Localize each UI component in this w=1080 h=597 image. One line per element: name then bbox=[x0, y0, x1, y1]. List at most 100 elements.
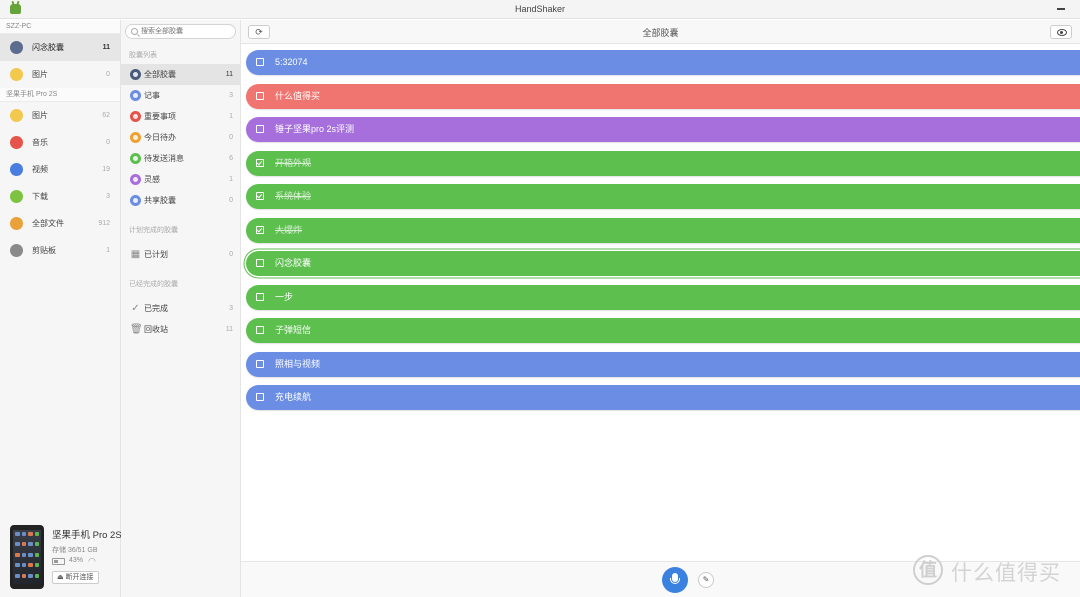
capsule-item[interactable]: 什么值得买 bbox=[246, 83, 1080, 109]
eye-icon[interactable] bbox=[1050, 25, 1072, 39]
capsule-checkbox[interactable] bbox=[256, 292, 264, 301]
note-icon bbox=[130, 90, 141, 101]
microphone-button[interactable] bbox=[662, 567, 688, 593]
capsule-list: 5:32074 什么值得买锤子坚果pro 2s评测开箱外观系统体验大爆炸闪念胶囊一… bbox=[246, 50, 1080, 419]
search-input[interactable] bbox=[141, 26, 233, 37]
capsule-checkbox[interactable] bbox=[256, 58, 264, 66]
capsule-text: 照相与视频 bbox=[275, 358, 321, 369]
capsule-category-count: 3 bbox=[229, 305, 233, 312]
title-bar: HandShaker bbox=[0, 0, 1080, 19]
capsule-category-item[interactable]: 🗑 回收站 11 bbox=[121, 319, 240, 340]
capsule-category-label: 待发送消息 bbox=[144, 154, 184, 163]
trash-icon: 🗑 bbox=[130, 324, 143, 335]
capsule-checkbox[interactable] bbox=[256, 359, 264, 368]
calendar-icon: ▦ bbox=[130, 249, 141, 260]
phone-item[interactable]: 音乐 0 bbox=[0, 129, 120, 156]
capsule-checkbox[interactable] bbox=[256, 393, 264, 401]
search-icon bbox=[131, 28, 138, 35]
phone-item-label: 视频 bbox=[32, 165, 48, 174]
pc-item[interactable]: 闪念胶囊 11 bbox=[0, 34, 120, 61]
pc-item-label: 图片 bbox=[32, 70, 48, 79]
main-title: 全部胶囊 bbox=[642, 28, 679, 38]
capsule-checkbox[interactable] bbox=[256, 125, 264, 133]
capsule-text: 开箱外观 bbox=[275, 157, 312, 168]
capsule-checkbox[interactable] bbox=[256, 91, 264, 100]
capsule-checkbox[interactable] bbox=[256, 326, 264, 334]
image-icon bbox=[10, 68, 23, 81]
all-files-icon bbox=[10, 217, 23, 230]
phone-item[interactable]: 图片 62 bbox=[0, 102, 120, 129]
today-todo-icon bbox=[130, 132, 141, 143]
capsule-category-count: 1 bbox=[229, 113, 233, 120]
phone-item-label: 图片 bbox=[32, 111, 48, 120]
capsule-text: 大爆炸 bbox=[275, 224, 303, 235]
minimize-button[interactable] bbox=[1056, 4, 1066, 14]
device-storage: 存储 36/51 GB bbox=[52, 547, 98, 554]
watermark-logo: 值 bbox=[913, 555, 943, 585]
download-icon bbox=[10, 190, 23, 203]
disconnect-button[interactable]: ⏏ 断开连接 bbox=[52, 571, 99, 584]
phone-item-label: 全部文件 bbox=[32, 219, 64, 228]
capsule-main-area: ⟳ 全部胶囊 5:32074 什么值得买 锤子坚果pro 2s评测 开箱外观 系统体验大… bbox=[241, 20, 1080, 597]
window-title: HandShaker bbox=[514, 4, 566, 14]
wifi-icon: ◠ bbox=[88, 556, 96, 566]
image-icon bbox=[10, 109, 23, 122]
music-icon bbox=[10, 136, 23, 149]
battery-percent: 43% bbox=[69, 557, 84, 564]
phone-item[interactable]: 剪贴板 1 bbox=[0, 237, 120, 264]
capsule-item[interactable]: 充电续航 bbox=[246, 385, 1080, 410]
capsule-checkbox[interactable] bbox=[256, 259, 264, 267]
capsule-checkbox[interactable] bbox=[256, 158, 264, 167]
capsule-category-item[interactable]: 待发送消息 6 bbox=[121, 148, 240, 169]
capsule-category-item[interactable]: ✓ 已完成 3 bbox=[121, 298, 240, 319]
phone-item-count: 19 bbox=[102, 166, 110, 173]
phone-item[interactable]: 全部文件 912 bbox=[0, 210, 120, 237]
capsule-category-item[interactable]: 共享胶囊 0 bbox=[121, 190, 240, 211]
capsule-category-item[interactable]: 记事 3 bbox=[121, 85, 240, 106]
all-capsules-icon bbox=[130, 69, 141, 80]
capsule-category-item[interactable]: ▦ 已计划 0 bbox=[121, 244, 240, 265]
capsule-category-label: 已计划 bbox=[144, 250, 168, 259]
capsule-item[interactable]: 闪念胶囊 bbox=[246, 251, 1080, 276]
edit-button[interactable]: ✎ bbox=[698, 572, 714, 588]
capsule-item[interactable]: 大爆炸 bbox=[246, 217, 1080, 243]
capsule-item[interactable]: 子弹短信 bbox=[246, 318, 1080, 343]
capsule-text: 什么值得买 bbox=[275, 90, 321, 101]
search-box[interactable] bbox=[125, 24, 236, 39]
phone-section-header: 坚果手机 Pro 2S bbox=[0, 88, 120, 102]
group-label-capsule-list: 胶囊列表 bbox=[129, 52, 157, 59]
clipboard-icon bbox=[10, 244, 23, 257]
group-label-planned: 计划完成的胶囊 bbox=[129, 227, 178, 234]
check-icon: ✓ bbox=[131, 303, 140, 314]
capsule-category-item[interactable]: 灵感 1 bbox=[121, 169, 240, 190]
capsule-text: 充电续航 bbox=[275, 392, 312, 402]
capsule-item[interactable]: 一步 bbox=[246, 284, 1080, 310]
phone-item[interactable]: 下载 3 bbox=[0, 183, 120, 210]
capsule-checkbox[interactable] bbox=[256, 225, 264, 234]
phone-item[interactable]: 视频 19 bbox=[0, 156, 120, 183]
capsule-item[interactable]: 系统体验 bbox=[246, 184, 1080, 209]
capsule-category-item[interactable]: 重要事项 1 bbox=[121, 106, 240, 127]
capsule-category-label: 已完成 bbox=[144, 304, 168, 313]
phone-item-count: 0 bbox=[106, 139, 110, 146]
device-name: 坚果手机 Pro 2S bbox=[52, 530, 122, 541]
capsule-category-item[interactable]: 今日待办 0 bbox=[121, 127, 240, 148]
capsule-category-count: 11 bbox=[225, 71, 233, 78]
phone-thumbnail bbox=[10, 525, 44, 589]
pc-item[interactable]: 图片 0 bbox=[0, 61, 120, 88]
pending-message-icon bbox=[130, 153, 141, 164]
capsule-category-label: 今日待办 bbox=[144, 133, 176, 142]
capsule-item[interactable]: 5:32074 bbox=[246, 50, 1080, 75]
capsule-category-label: 回收站 bbox=[144, 325, 168, 334]
capsule-item[interactable]: 锤子坚果pro 2s评测 bbox=[246, 117, 1080, 142]
capsule-item[interactable]: 开箱外观 bbox=[246, 150, 1080, 176]
capsule-checkbox[interactable] bbox=[256, 192, 264, 200]
capsule-category-count: 1 bbox=[229, 176, 233, 183]
inspiration-icon bbox=[130, 174, 141, 185]
capsule-item[interactable]: 照相与视频 bbox=[246, 351, 1080, 377]
phone-item-count: 3 bbox=[106, 193, 110, 200]
capsule-text: 一步 bbox=[275, 291, 294, 302]
capsule-category-item[interactable]: 全部胶囊 11 bbox=[121, 64, 240, 85]
capsule-category-count: 0 bbox=[229, 197, 233, 204]
group-label-completed: 已经完成的胶囊 bbox=[129, 281, 178, 288]
